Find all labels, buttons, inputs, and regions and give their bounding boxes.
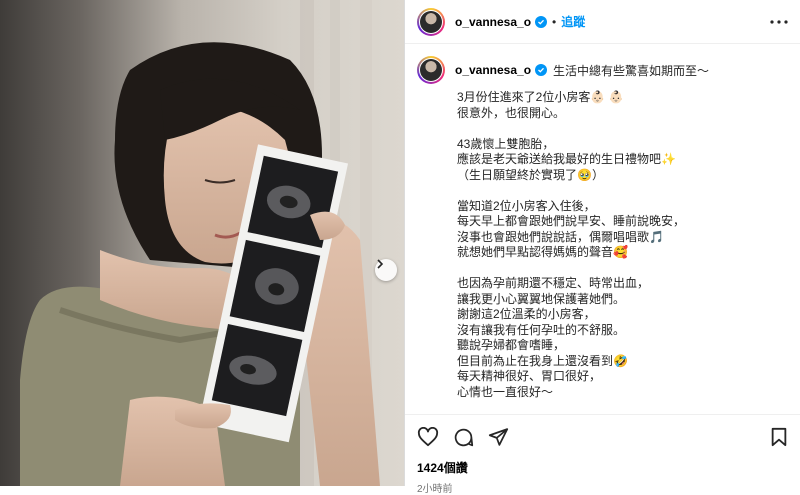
verified-badge-icon xyxy=(535,64,548,76)
photo-illustration xyxy=(0,0,404,486)
caption-text: 3月份住進來了2位小房客👶🏻 👶🏻 很意外，也很開心。 43歲懷上雙胞胎， 應該… xyxy=(457,90,686,399)
caption-area: o_vannesa_o 生活中總有些驚喜如期而至～ 3月份住進來了2位小房客👶🏻… xyxy=(405,44,800,414)
post-footer: 1424個讚 2小時前 xyxy=(405,414,800,495)
caption-title: 生活中總有些驚喜如期而至～ xyxy=(553,63,710,78)
caption-header: o_vannesa_o 生活中總有些驚喜如期而至～ xyxy=(417,56,788,84)
like-count[interactable]: 1424個讚 xyxy=(417,459,788,476)
caption-avatar[interactable] xyxy=(417,56,445,84)
post-photo[interactable] xyxy=(0,0,404,486)
more-horizontal-icon[interactable] xyxy=(770,19,788,24)
share-icon[interactable] xyxy=(488,427,509,447)
comment-icon[interactable] xyxy=(453,427,474,448)
next-photo-button[interactable] xyxy=(375,259,397,281)
instagram-post-view: o_vannesa_o • 追蹤 o_vannesa_o 生活中總有些驚喜如期而… xyxy=(0,0,800,495)
bookmark-icon[interactable] xyxy=(770,427,788,447)
author-username[interactable]: o_vannesa_o xyxy=(455,15,531,29)
heart-icon[interactable] xyxy=(417,427,439,447)
avatar[interactable] xyxy=(417,7,445,36)
separator-dot: • xyxy=(552,14,557,29)
post-header: o_vannesa_o • 追蹤 xyxy=(405,0,800,44)
verified-badge-icon xyxy=(535,15,548,28)
caption-username[interactable]: o_vannesa_o xyxy=(455,63,531,77)
follow-button[interactable]: 追蹤 xyxy=(561,13,585,30)
action-bar xyxy=(417,415,788,459)
post-details-panel: o_vannesa_o • 追蹤 o_vannesa_o 生活中總有些驚喜如期而… xyxy=(404,0,800,495)
post-timestamp[interactable]: 2小時前 xyxy=(417,480,788,495)
